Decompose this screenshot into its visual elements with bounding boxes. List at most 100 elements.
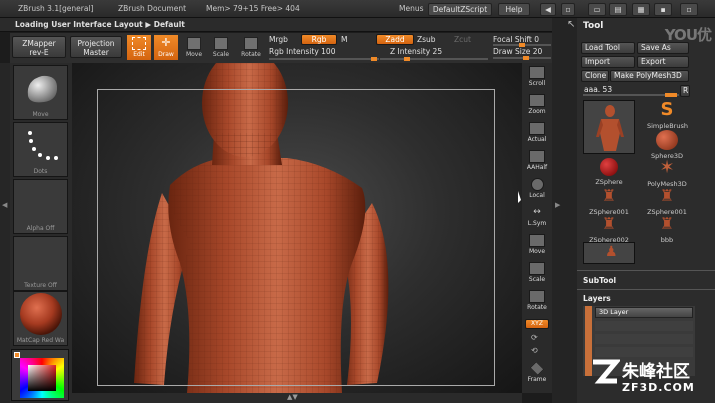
left-panel: Move Dots Alpha Off Texture Off MatCap R… xyxy=(10,63,72,403)
layout2-icon[interactable]: ▤ xyxy=(609,3,627,16)
bottom-tray-arrow-icon[interactable]: ▲▼ xyxy=(287,393,298,401)
empty-layer-slot xyxy=(595,321,693,331)
layers-header[interactable]: Layers xyxy=(583,294,611,303)
actual-label: Actual xyxy=(527,136,547,143)
tray-arrow-icon[interactable]: ◀ xyxy=(2,201,7,209)
actual-button[interactable]: Actual xyxy=(524,121,550,145)
stroke-label: Dots xyxy=(33,168,48,175)
zmapper-button[interactable]: ZMapper rev-E xyxy=(12,36,66,58)
brush-label: Move xyxy=(32,111,49,118)
pin-icon[interactable]: ▪ xyxy=(654,3,672,16)
stroke-thumbnail[interactable]: Dots xyxy=(13,122,68,177)
clone-button[interactable]: Clone xyxy=(581,70,609,82)
material-sphere-icon xyxy=(20,293,62,335)
move-button[interactable]: Move xyxy=(182,35,206,60)
layout-icon[interactable]: ▭ xyxy=(588,3,606,16)
zsub-button[interactable]: Zsub xyxy=(417,35,436,44)
scroll-icon xyxy=(529,66,545,79)
current-tool-thumbnail[interactable] xyxy=(583,100,635,154)
simplebrush-label: SimpleBrush xyxy=(647,122,688,130)
edit-button[interactable]: Edit xyxy=(127,35,151,60)
rotate-y-icon[interactable]: ⟳ xyxy=(531,333,538,342)
help-button[interactable]: Help xyxy=(498,3,530,16)
watermark-site: ZF3D.COM xyxy=(622,381,695,394)
material-thumbnail[interactable]: MatCap Red Wa xyxy=(13,291,68,346)
zadd-button[interactable]: Zadd xyxy=(376,34,414,45)
make-polymesh-button[interactable]: Make PolyMesh3D xyxy=(610,70,689,82)
z-intensity-slider[interactable] xyxy=(380,57,488,61)
rotate-z-icon[interactable]: ⟲ xyxy=(531,346,538,355)
small-figure-icon: ♟ xyxy=(605,244,618,260)
local-button[interactable]: Local xyxy=(524,177,550,201)
rgb-button[interactable]: Rgb xyxy=(301,34,337,45)
frame-icon xyxy=(529,361,545,376)
rotate-view-label: Rotate xyxy=(527,304,547,311)
scroll-button[interactable]: Scroll xyxy=(524,65,550,89)
master-label: Master xyxy=(83,48,109,57)
rotate-view-button[interactable]: Rotate xyxy=(524,289,550,313)
alpha-thumbnail[interactable]: Alpha Off xyxy=(13,179,68,234)
tool-collapse-icon[interactable]: ↖ xyxy=(567,19,575,30)
zf3d-logo xyxy=(593,359,620,384)
color-square[interactable] xyxy=(28,365,56,391)
draw-button[interactable]: ✛ Draw xyxy=(154,35,178,60)
right-tray[interactable]: ▶ xyxy=(552,18,577,403)
draw-icon: ✛ xyxy=(161,36,171,49)
divider xyxy=(577,270,715,271)
save-as-button[interactable]: Save As xyxy=(637,42,689,54)
move-view-button[interactable]: Move xyxy=(524,233,550,257)
m-button[interactable]: M xyxy=(341,35,347,44)
aahalf-button[interactable]: AAHalf xyxy=(524,149,550,173)
export-button[interactable]: Export xyxy=(637,56,689,68)
grid-icon[interactable]: ▦ xyxy=(632,3,650,16)
aahalf-icon xyxy=(529,150,545,163)
scale-view-label: Scale xyxy=(528,276,546,283)
rotate-icon xyxy=(244,37,258,50)
scale-button[interactable]: Scale xyxy=(209,35,233,60)
scale-view-button[interactable]: Scale xyxy=(524,261,550,285)
zsphere-label: ZSphere xyxy=(595,178,623,186)
figure-thumbnail-icon xyxy=(596,105,624,151)
color-wheel[interactable] xyxy=(20,358,64,398)
lsym-icon: ↔ xyxy=(533,207,541,217)
edit-icon xyxy=(132,37,146,50)
rotate-button[interactable]: Rotate xyxy=(239,35,263,60)
back-icon[interactable]: ◀ xyxy=(540,3,556,16)
xyz-button[interactable]: XYZ xyxy=(525,319,549,329)
draw-size-slider[interactable] xyxy=(493,56,551,60)
focal-shift-slider[interactable] xyxy=(493,43,551,47)
mrgb-button[interactable]: Mrgb xyxy=(269,35,288,44)
actual-icon xyxy=(529,122,545,135)
left-tray[interactable]: ◀ xyxy=(0,63,10,403)
zsphere001-a-icon: ♜ xyxy=(601,186,617,205)
r-button[interactable]: R xyxy=(680,85,690,97)
rgb-intensity-slider[interactable] xyxy=(269,57,379,61)
color-picker[interactable] xyxy=(11,349,69,401)
frame-button[interactable]: Frame xyxy=(524,361,550,385)
tool-bbb[interactable]: ♜ bbb xyxy=(647,214,687,250)
window-icon[interactable]: ▫ xyxy=(561,3,575,16)
texture-label: Texture Off xyxy=(24,282,57,289)
brush-thumbnail[interactable]: Move xyxy=(13,65,68,120)
import-button[interactable]: Import xyxy=(581,56,635,68)
layer-item[interactable]: 3D Layer xyxy=(595,307,693,318)
default-zscript-button[interactable]: DefaultZScript xyxy=(428,3,492,16)
load-tool-button[interactable]: Load Tool xyxy=(581,42,635,54)
zcut-button[interactable]: Zcut xyxy=(454,35,471,44)
projection-master-button[interactable]: Projection Master xyxy=(70,36,122,58)
tool-slider[interactable] xyxy=(583,93,679,97)
lsym-label: L.Sym xyxy=(527,220,547,227)
lsym-button[interactable]: ↔ L.Sym xyxy=(524,205,550,229)
zoom-button[interactable]: Zoom xyxy=(524,93,550,117)
minimize-icon[interactable]: ▫ xyxy=(680,3,698,16)
subtool-header[interactable]: SubTool xyxy=(583,276,616,285)
tool-title: Tool xyxy=(583,21,604,31)
layer-name: 3D Layer xyxy=(599,308,629,316)
menus-toggle[interactable]: Menus xyxy=(399,0,424,18)
right-tray-arrow-icon[interactable]: ▶ xyxy=(555,201,560,209)
texture-thumbnail[interactable]: Texture Off xyxy=(13,236,68,291)
sphere3d-icon xyxy=(656,130,678,150)
rotate-label: Rotate xyxy=(241,51,261,58)
bottom-bar: ▲▼ xyxy=(72,393,522,403)
tool-thumbnail-small[interactable]: ♟ xyxy=(583,242,635,264)
